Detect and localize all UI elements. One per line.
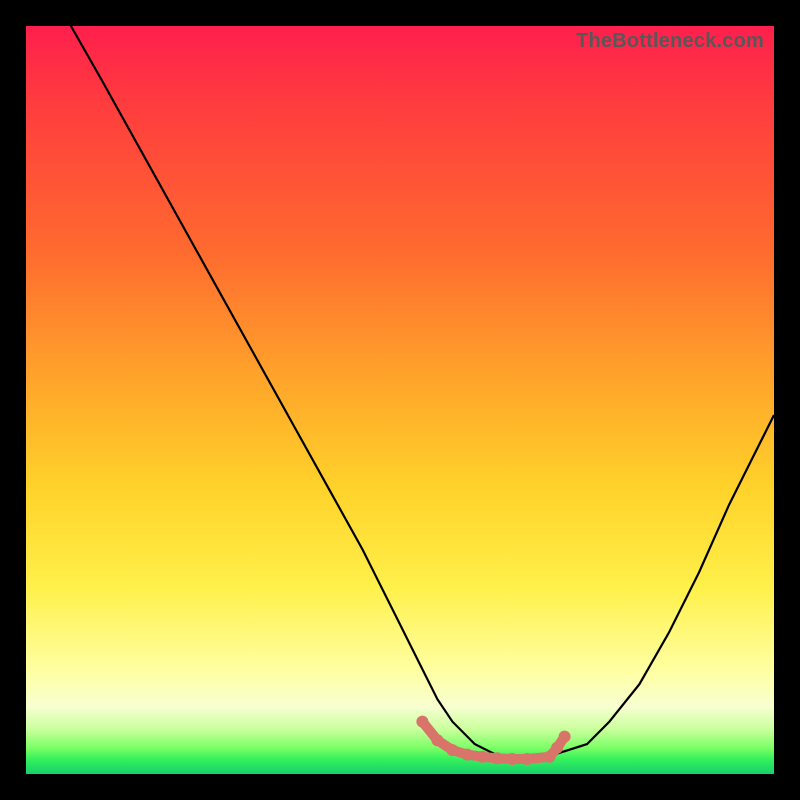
valley-marker [416,716,428,728]
valley-marker-group [416,716,570,765]
valley-marker [551,742,563,754]
chart-frame: TheBottleneck.com [0,0,800,800]
curve-layer [26,26,774,774]
valley-marker [491,752,503,764]
curve-left-branch [71,26,520,759]
valley-marker [461,749,473,761]
valley-marker [431,734,443,746]
curve-right-branch [520,415,774,759]
plot-area: TheBottleneck.com [26,26,774,774]
valley-marker [506,753,518,765]
valley-marker [446,744,458,756]
watermark-text: TheBottleneck.com [576,30,764,53]
valley-marker [521,753,533,765]
valley-marker [559,731,571,743]
valley-marker [476,751,488,763]
